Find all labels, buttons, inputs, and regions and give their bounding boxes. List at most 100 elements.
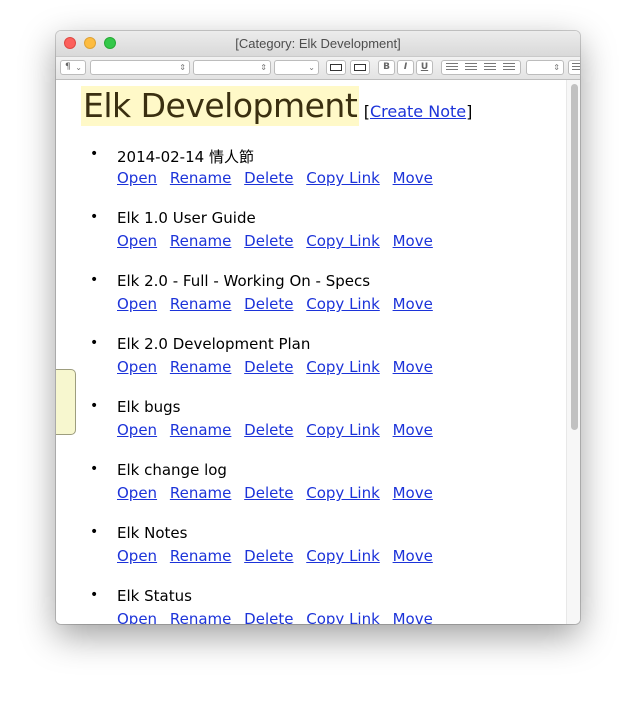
bracket-close: ]: [466, 102, 473, 121]
side-drawer-tab[interactable]: [56, 369, 76, 435]
align-left-icon[interactable]: [446, 63, 458, 72]
move-link[interactable]: Move: [393, 547, 433, 565]
note-actions: Open Rename Delete Copy Link Move: [117, 358, 441, 376]
note-actions: Open Rename Delete Copy Link Move: [117, 421, 441, 439]
chevron-down-icon: ⌄: [308, 63, 315, 72]
page-title: Elk Development: [81, 86, 360, 126]
note-actions: Open Rename Delete Copy Link Move: [117, 547, 441, 565]
spacing-select[interactable]: ⇕: [526, 60, 564, 75]
stepper-icon: ⇕: [260, 63, 267, 72]
delete-link[interactable]: Delete: [244, 295, 293, 313]
note-name: Elk 2.0 Development Plan: [117, 335, 311, 353]
delete-link[interactable]: Delete: [244, 232, 293, 250]
font-style-select[interactable]: ⇕: [193, 60, 271, 75]
move-link[interactable]: Move: [393, 421, 433, 439]
bullet: •: [90, 587, 99, 603]
rename-link[interactable]: Rename: [170, 232, 232, 250]
move-link[interactable]: Move: [393, 484, 433, 502]
highlight-color-button[interactable]: [350, 60, 370, 75]
copy-link-link[interactable]: Copy Link: [306, 484, 380, 502]
copy-link-link[interactable]: Copy Link: [306, 610, 380, 624]
open-link[interactable]: Open: [117, 232, 157, 250]
rename-link[interactable]: Rename: [170, 547, 232, 565]
paragraph-style-select[interactable]: ¶ ⌄: [60, 60, 86, 75]
alignment-group: [441, 60, 521, 75]
note-name: Elk Status: [117, 587, 192, 605]
note-actions: Open Rename Delete Copy Link Move: [117, 295, 441, 313]
delete-link[interactable]: Delete: [244, 610, 293, 624]
delete-link[interactable]: Delete: [244, 358, 293, 376]
scrollbar-thumb[interactable]: [571, 84, 578, 430]
stepper-icon: ⇕: [179, 63, 186, 72]
align-justify-icon[interactable]: [503, 63, 515, 72]
rename-link[interactable]: Rename: [170, 295, 232, 313]
note-content-area[interactable]: Elk Development [Create Note] • 2014-02-…: [56, 80, 566, 624]
copy-link-link[interactable]: Copy Link: [306, 169, 380, 187]
bullet: •: [90, 335, 99, 351]
copy-link-link[interactable]: Copy Link: [306, 295, 380, 313]
note-name: Elk 2.0 - Full - Working On - Specs: [117, 272, 371, 290]
rename-link[interactable]: Rename: [170, 169, 232, 187]
page-heading: Elk Development [Create Note]: [81, 86, 472, 126]
move-link[interactable]: Move: [393, 232, 433, 250]
bullet: •: [90, 524, 99, 540]
open-link[interactable]: Open: [117, 610, 157, 624]
open-link[interactable]: Open: [117, 484, 157, 502]
note-actions: Open Rename Delete Copy Link Move: [117, 232, 441, 250]
create-note-link[interactable]: Create Note: [370, 102, 466, 121]
copy-link-link[interactable]: Copy Link: [306, 421, 380, 439]
rename-link[interactable]: Rename: [170, 421, 232, 439]
copy-link-link[interactable]: Copy Link: [306, 232, 380, 250]
delete-link[interactable]: Delete: [244, 484, 293, 502]
move-link[interactable]: Move: [393, 295, 433, 313]
rename-link[interactable]: Rename: [170, 484, 232, 502]
underline-button[interactable]: U: [416, 60, 433, 75]
rename-link[interactable]: Rename: [170, 610, 232, 624]
paragraph-icon: ¶: [65, 62, 71, 72]
bullet: •: [90, 461, 99, 477]
app-window: [Category: Elk Development] ¶ ⌄ ⇕ ⇕ ⌄ B …: [56, 31, 580, 624]
title-bar[interactable]: [Category: Elk Development]: [56, 31, 580, 57]
list-icon: [572, 63, 580, 72]
vertical-scrollbar[interactable]: [566, 80, 580, 624]
align-right-icon[interactable]: [484, 63, 496, 72]
stepper-icon: ⇕: [553, 63, 560, 72]
open-link[interactable]: Open: [117, 421, 157, 439]
bullet: •: [90, 398, 99, 414]
bullet: •: [90, 146, 99, 162]
text-color-button[interactable]: [326, 60, 346, 75]
align-center-icon[interactable]: [465, 63, 477, 72]
open-link[interactable]: Open: [117, 358, 157, 376]
delete-link[interactable]: Delete: [244, 547, 293, 565]
note-name: Elk change log: [117, 461, 227, 479]
copy-link-link[interactable]: Copy Link: [306, 358, 380, 376]
color-swatch-icon: [330, 64, 342, 71]
delete-link[interactable]: Delete: [244, 421, 293, 439]
note-name: Elk 1.0 User Guide: [117, 209, 256, 227]
italic-button[interactable]: I: [397, 60, 414, 75]
chevron-down-icon: ⌄: [75, 63, 82, 72]
note-actions: Open Rename Delete Copy Link Move: [117, 169, 441, 187]
open-link[interactable]: Open: [117, 547, 157, 565]
note-actions: Open Rename Delete Copy Link Move: [117, 484, 441, 502]
open-link[interactable]: Open: [117, 169, 157, 187]
bullet: •: [90, 209, 99, 225]
font-size-select[interactable]: ⌄: [274, 60, 319, 75]
note-name: Elk Notes: [117, 524, 188, 542]
bold-button[interactable]: B: [378, 60, 395, 75]
format-toolbar: ¶ ⌄ ⇕ ⇕ ⌄ B I U ⇕: [56, 57, 580, 80]
delete-link[interactable]: Delete: [244, 169, 293, 187]
color-swatch-icon: [354, 64, 366, 71]
move-link[interactable]: Move: [393, 610, 433, 624]
window-title: [Category: Elk Development]: [235, 36, 401, 51]
move-link[interactable]: Move: [393, 169, 433, 187]
rename-link[interactable]: Rename: [170, 358, 232, 376]
bullet: •: [90, 272, 99, 288]
move-link[interactable]: Move: [393, 358, 433, 376]
create-note-wrapper: [Create Note]: [364, 102, 473, 121]
note-name: 2014-02-14 情人節: [117, 148, 254, 166]
font-family-select[interactable]: ⇕: [90, 60, 190, 75]
copy-link-link[interactable]: Copy Link: [306, 547, 380, 565]
list-style-select[interactable]: [568, 60, 580, 75]
open-link[interactable]: Open: [117, 295, 157, 313]
